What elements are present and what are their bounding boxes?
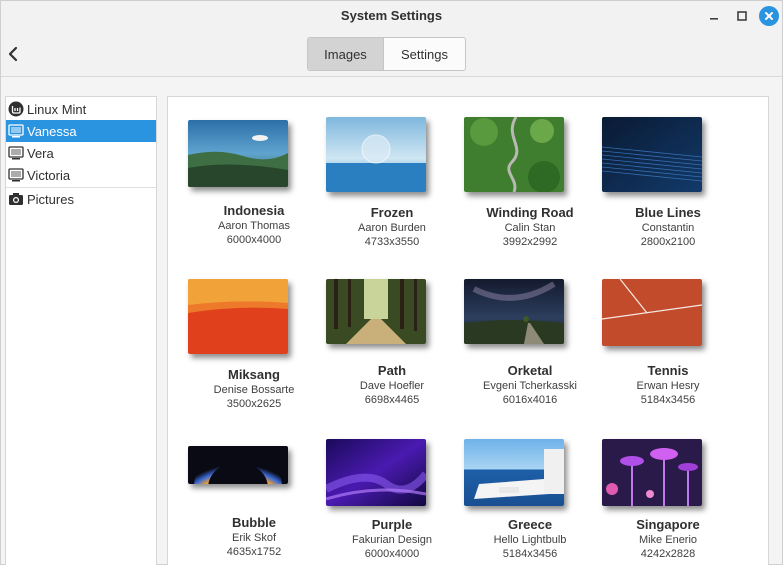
wallpaper-author: Denise Bossarte	[213, 384, 295, 396]
wallpaper-size: 2800x2100	[640, 236, 696, 248]
minimize-icon	[710, 18, 718, 20]
sidebar-item-label: Victoria	[27, 167, 71, 183]
sidebar-item-victoria[interactable]: Victoria	[6, 164, 156, 186]
wallpaper-name: Miksang	[227, 367, 280, 382]
camera-icon	[8, 191, 24, 207]
sidebar-item-label: Vera	[27, 145, 54, 161]
tab-images[interactable]: Images	[308, 38, 384, 70]
wallpaper-author: Calin Stan	[504, 222, 556, 234]
wallpaper-name: Path	[377, 363, 407, 378]
wallpaper-size: 6000x4000	[226, 234, 282, 246]
wallpaper-size: 3500x2625	[226, 398, 282, 410]
sidebar-item-label: Vanessa	[27, 123, 77, 139]
wallpaper-thumbnail	[602, 439, 702, 506]
minimize-button[interactable]	[705, 7, 723, 25]
close-button[interactable]	[759, 6, 779, 26]
wallpaper-size: 3992x2992	[502, 236, 558, 248]
wallpaper-thumbnail	[326, 279, 426, 344]
wallpaper-size: 6000x4000	[364, 548, 420, 560]
wallpaper-author: Aaron Burden	[358, 222, 426, 234]
wallpaper-size: 4635x1752	[226, 546, 282, 558]
wallpaper-thumbnail	[602, 117, 702, 192]
wallpaper-size: 6016x4016	[502, 394, 558, 406]
chevron-left-icon	[8, 46, 18, 62]
wallpaper-author: Erwan Hesry	[636, 380, 700, 392]
wallpaper-size: 6698x4465	[364, 394, 420, 406]
wallpaper-thumbnail	[188, 446, 288, 484]
wallpaper-size: 4733x3550	[364, 236, 420, 248]
wallpaper-size: 5184x3456	[640, 394, 696, 406]
monitor-icon	[8, 145, 24, 161]
sidebar-item-vanessa[interactable]: Vanessa	[6, 120, 156, 142]
wallpaper-name: Blue Lines	[635, 205, 701, 220]
wallpaper-author: Evgeni Tcherkasski	[483, 380, 577, 392]
view-switcher: Images Settings	[307, 37, 466, 71]
wallpaper-name: Bubble	[231, 515, 277, 530]
back-button[interactable]	[4, 43, 22, 65]
header-bar: Images Settings	[1, 31, 782, 77]
window-title: System Settings	[340, 8, 443, 23]
sidebar-item-vera[interactable]: Vera	[6, 142, 156, 164]
wallpaper-author: Fakurian Design	[351, 534, 433, 546]
wallpaper-grid: Indonesia Aaron Thomas 6000x4000 Frozen …	[167, 96, 769, 565]
wallpaper-name: Orketal	[507, 363, 553, 378]
wallpaper-name: Purple	[371, 517, 413, 532]
wallpaper-author: Hello Lightbulb	[493, 534, 567, 546]
sidebar-item-label: Pictures	[27, 191, 74, 207]
wallpaper-name: Indonesia	[223, 203, 285, 218]
tab-settings[interactable]: Settings	[384, 38, 465, 70]
sidebar-item-linux-mint[interactable]: Linux Mint	[6, 98, 156, 120]
monitor-icon	[8, 167, 24, 183]
mint-logo-icon	[8, 101, 24, 117]
wallpaper-thumbnail	[464, 439, 564, 506]
wallpaper-thumbnail	[464, 279, 564, 344]
wallpaper-size: 5184x3456	[502, 548, 558, 560]
wallpaper-name: Greece	[507, 517, 553, 532]
wallpaper-author: Constantin	[641, 222, 695, 234]
sidebar-item-pictures[interactable]: Pictures	[6, 188, 156, 210]
wallpaper-name: Singapore	[636, 517, 700, 532]
wallpaper-name: Tennis	[647, 363, 689, 378]
monitor-icon	[8, 123, 24, 139]
wallpaper-thumbnail	[602, 279, 702, 346]
sidebar: Linux Mint Vanessa Vera Victoria Picture…	[5, 96, 157, 565]
wallpaper-thumbnail	[326, 117, 426, 192]
wallpaper-name: Winding Road	[486, 205, 574, 220]
wallpaper-thumbnail	[188, 120, 288, 187]
wallpaper-thumbnail	[464, 117, 564, 192]
settings-window: System Settings Images Settings Linux Mi…	[0, 0, 783, 565]
title-bar: System Settings	[1, 1, 782, 31]
sidebar-item-label: Linux Mint	[27, 101, 87, 117]
wallpaper-author: Aaron Thomas	[218, 220, 290, 232]
wallpaper-thumbnail	[188, 279, 288, 354]
wallpaper-author: Erik Skof	[231, 532, 276, 544]
maximize-button[interactable]	[733, 7, 751, 25]
maximize-icon	[737, 11, 747, 21]
wallpaper-thumbnail	[326, 439, 426, 506]
wallpaper-author: Dave Hoefler	[359, 380, 425, 392]
wallpaper-size: 4242x2828	[640, 548, 696, 560]
close-icon	[765, 12, 773, 20]
wallpaper-author: Mike Enerio	[638, 534, 698, 546]
wallpaper-name: Frozen	[370, 205, 414, 220]
